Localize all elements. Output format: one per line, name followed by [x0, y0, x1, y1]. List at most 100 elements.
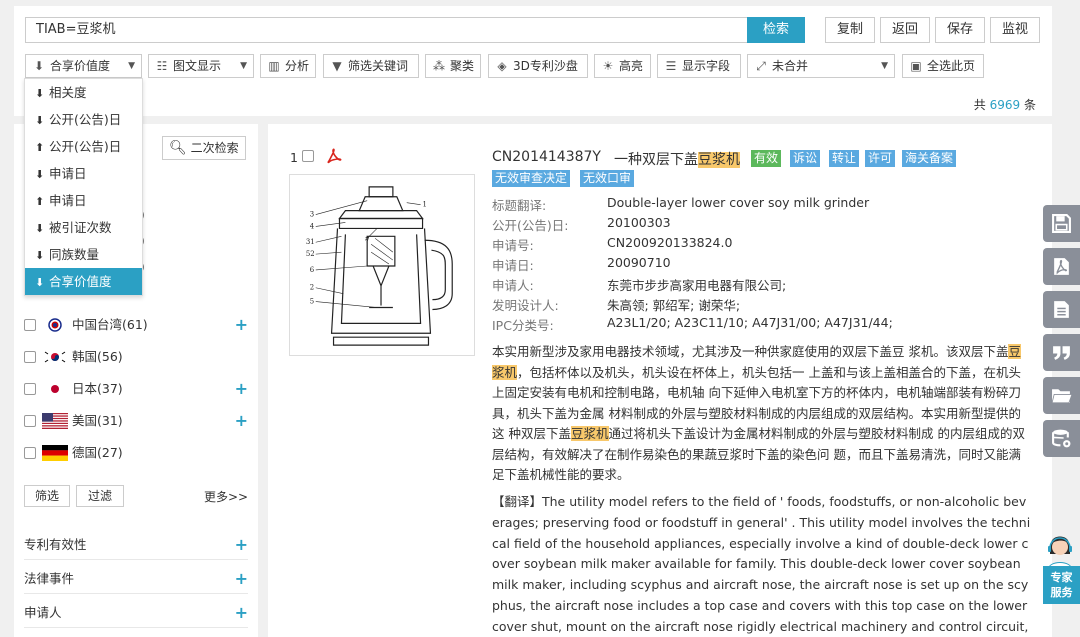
tag-valid[interactable]: 有效	[751, 150, 782, 167]
section-legal-events[interactable]: 法律事件 +	[24, 564, 248, 594]
merge-select[interactable]: ⤢ 未合并 ▼	[747, 54, 895, 78]
sort-option[interactable]: ⬇ 同族数量	[25, 241, 142, 268]
total-suffix: 条	[1023, 98, 1036, 112]
database-settings-icon	[1052, 429, 1071, 448]
sort-option[interactable]: ⬆ 申请日	[25, 187, 142, 214]
select-all-button[interactable]: ▣ 全选此页	[902, 54, 984, 78]
expand-plus-icon[interactable]: +	[235, 598, 248, 628]
country-label: 日本(37)	[72, 381, 123, 396]
field-value[interactable]: 东莞市步步高家用电器有限公司;	[607, 275, 786, 294]
document-side-button[interactable]	[1043, 291, 1080, 328]
save-button[interactable]: 保存	[935, 17, 985, 43]
title-text: 一种双层下盖	[614, 152, 698, 168]
pdf-icon[interactable]	[326, 148, 342, 164]
tag-customs[interactable]: 海关备案	[902, 150, 957, 167]
checkbox[interactable]	[24, 415, 36, 427]
sort-option[interactable]: ⬇ 公开(公告)日	[25, 106, 142, 133]
analyze-button[interactable]: ▥ 分析	[260, 54, 316, 78]
chevron-down-icon: ▼	[881, 61, 888, 71]
expand-plus-icon[interactable]: +	[235, 411, 248, 431]
sort-option-label: 被引证次数	[49, 220, 112, 235]
cluster-label: 聚类	[450, 59, 475, 73]
floppy-disk-icon	[1052, 214, 1071, 233]
section-validity[interactable]: 专利有效性 +	[24, 530, 248, 560]
cluster-button[interactable]: ⁂ 聚类	[425, 54, 481, 78]
checklist-icon: ▣	[910, 59, 922, 73]
sort-select[interactable]: ⬇ 合享价值度 ▼	[25, 54, 142, 78]
sort-label: 合享价值度	[50, 59, 111, 73]
patent-drawing-image[interactable]: 1 3 4 31 52 6 2 5 7	[289, 174, 475, 356]
record-checkbox[interactable]	[302, 150, 314, 162]
country-filter-item[interactable]: 美国(31) +	[24, 411, 248, 431]
expert-service-button[interactable]: 专家 服务	[1043, 566, 1080, 604]
filter-button[interactable]: 筛选	[24, 485, 70, 507]
total-number: 6969	[989, 98, 1021, 112]
exclude-button[interactable]: 过滤	[76, 485, 124, 507]
abstract-part: 本实用新型涉及家用电器技术领域，尤其涉及一种供家庭使用的双层下盖豆 浆机。该双层…	[492, 344, 1009, 359]
sort-option[interactable]: ⬆ 公开(公告)日	[25, 133, 142, 160]
save-side-button[interactable]	[1043, 205, 1080, 242]
tag-license[interactable]: 许可	[865, 150, 896, 167]
checkbox[interactable]	[24, 351, 36, 363]
record-title[interactable]: 一种双层下盖豆浆机	[614, 149, 740, 169]
field-value: CN200920133824.0	[607, 235, 733, 250]
section-applicant[interactable]: 申请人 +	[24, 598, 248, 628]
highlight-label: 高亮	[619, 59, 644, 73]
tag-invalidation-hearing[interactable]: 无效口审	[580, 170, 635, 187]
search-button[interactable]: 检索	[747, 17, 805, 43]
publication-number[interactable]: CN201414387Y	[492, 149, 601, 165]
country-filter-item[interactable]: 韩国(56)	[24, 347, 248, 367]
display-select[interactable]: ☷ 图文显示 ▼	[148, 54, 254, 78]
tag-transfer[interactable]: 转让	[829, 150, 860, 167]
field-value[interactable]: 朱高领; 郭绍军; 谢荣华;	[607, 295, 740, 314]
country-filter-item[interactable]: 日本(37) +	[24, 379, 248, 399]
diagram-number: 6	[310, 266, 314, 274]
checkbox[interactable]	[24, 319, 36, 331]
folder-icon	[1051, 389, 1072, 404]
diagram-number: 31	[306, 238, 315, 246]
arrow-up-icon: ⬆	[35, 141, 45, 154]
pdf-side-button[interactable]	[1043, 248, 1080, 285]
cluster-icon: ⁂	[433, 59, 445, 73]
filter-keywords-button[interactable]: ▼ 筛选关键词	[323, 54, 419, 78]
copy-button[interactable]: 复制	[825, 17, 875, 43]
country-filter-item[interactable]: 德国(27)	[24, 443, 248, 463]
fields-button[interactable]: ☰ 显示字段	[657, 54, 741, 78]
expand-plus-icon[interactable]: +	[235, 564, 248, 594]
monitor-button[interactable]: 监视	[990, 17, 1040, 43]
diagram-number: 1	[423, 201, 427, 209]
arrow-down-icon: ⬇	[33, 59, 45, 73]
checkbox[interactable]	[24, 447, 36, 459]
folder-side-button[interactable]	[1043, 377, 1080, 414]
sort-option-label: 公开(公告)日	[49, 112, 122, 127]
document-icon	[1054, 301, 1069, 318]
expand-plus-icon[interactable]: +	[235, 530, 248, 560]
sort-option[interactable]: ⬇ 被引证次数	[25, 214, 142, 241]
sort-option[interactable]: ⬇ 相关度	[25, 79, 142, 106]
diagram-number: 5	[310, 298, 314, 306]
display-label: 图文显示	[173, 59, 222, 73]
field-value[interactable]: A23L1/20; A23C11/10; A47J31/00; A47J31/4…	[607, 315, 893, 330]
expand-icon: ⤢	[756, 59, 766, 73]
tag-invalidation-decision[interactable]: 无效审查决定	[492, 170, 571, 187]
sort-option[interactable]: ⬇ 申请日	[25, 160, 142, 187]
expand-plus-icon[interactable]: +	[235, 379, 248, 399]
germany-flag-icon	[42, 445, 68, 461]
field-label: 申请人:	[492, 278, 534, 293]
checkbox[interactable]	[24, 383, 36, 395]
second-search-button[interactable]: 🔍︎ 二次检索	[162, 136, 246, 160]
diagram-number: 4	[310, 222, 315, 230]
back-button[interactable]: 返回	[880, 17, 930, 43]
sandbox-button[interactable]: ◈ 3D专利沙盘	[488, 54, 588, 78]
expert-line1: 专家	[1050, 571, 1073, 584]
database-side-button[interactable]	[1043, 420, 1080, 457]
sort-dropdown: ⬇ 相关度 ⬇ 公开(公告)日 ⬆ 公开(公告)日 ⬇ 申请日 ⬆ 申请日 ⬇ 被引证次数 …	[24, 78, 143, 296]
expand-plus-icon[interactable]: +	[235, 315, 248, 335]
country-filter-item[interactable]: 中国台湾(61) +	[24, 315, 248, 335]
tag-litigation[interactable]: 诉讼	[790, 150, 821, 167]
highlight-button[interactable]: ☀ 高亮	[594, 54, 651, 78]
search-input[interactable]: TIAB=豆浆机	[25, 17, 749, 43]
more-link[interactable]: 更多>>	[204, 488, 248, 505]
quote-side-button[interactable]	[1043, 334, 1080, 371]
sort-option-selected[interactable]: ⬇ 合享价值度	[25, 268, 142, 295]
